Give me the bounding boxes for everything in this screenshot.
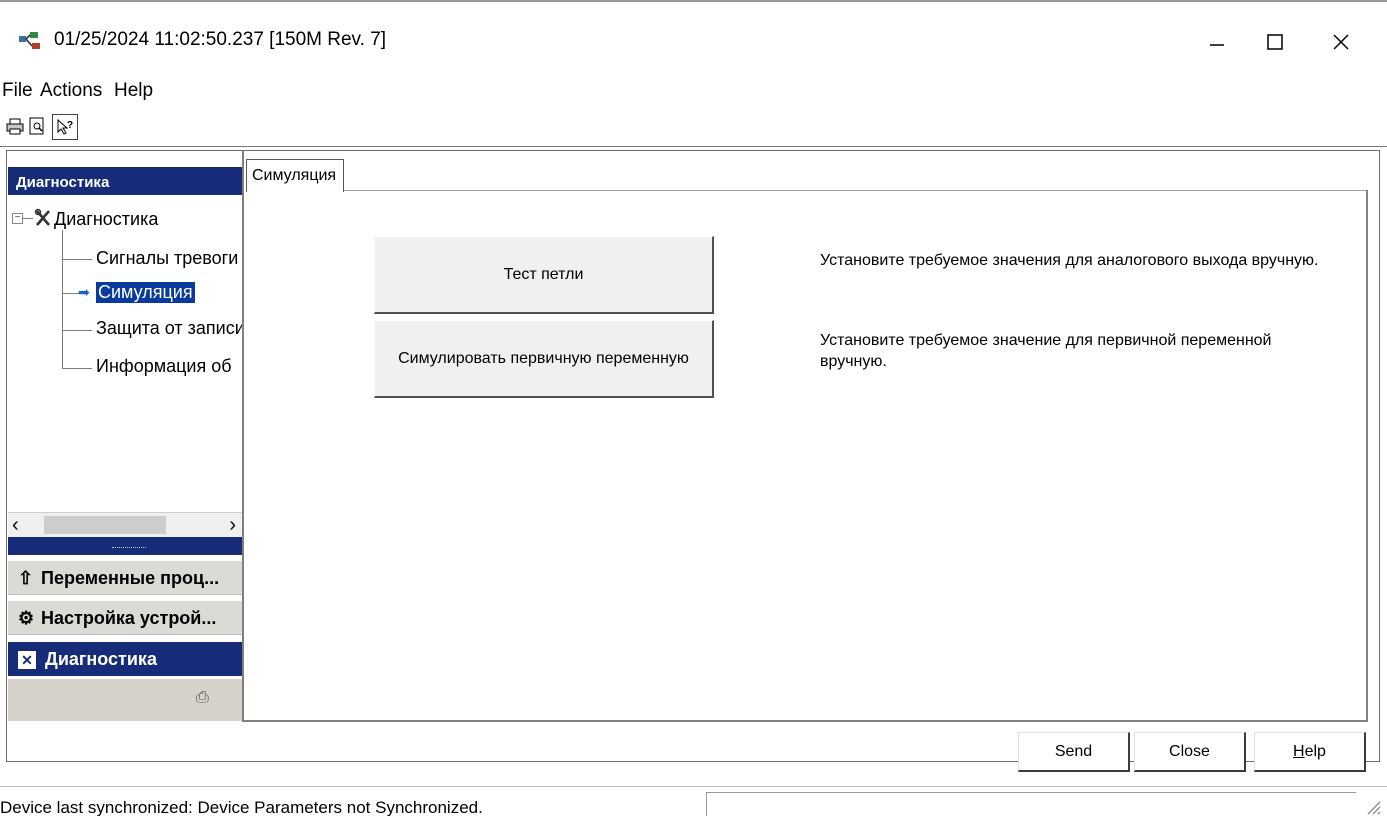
print-icon <box>6 118 24 135</box>
tab-baseline <box>344 190 1366 191</box>
help-label-rest: elp <box>1304 742 1326 760</box>
tab-simulation[interactable]: Симуляция <box>246 159 344 192</box>
menu-file[interactable]: File <box>2 80 33 102</box>
close-button[interactable]: Close <box>1134 732 1246 772</box>
nav-tab-diagnostics[interactable]: ✕ Диагностика <box>8 642 242 676</box>
maximize-icon <box>1267 34 1283 50</box>
svg-text:?: ? <box>67 120 73 131</box>
menu-help[interactable]: Help <box>114 80 153 102</box>
tree-root-label[interactable]: Диагностика <box>54 209 158 230</box>
left-panel-border <box>242 150 244 722</box>
nav-tab-device-setup[interactable]: ⚙ Настройка устрой... <box>8 601 242 635</box>
help-mnemonic: H <box>1293 742 1305 760</box>
collapse-toggle-icon[interactable]: − <box>12 213 23 224</box>
nav-tab-label: Настройка устрой... <box>41 608 217 628</box>
status-panel <box>706 792 1356 816</box>
window-title: 01/25/2024 11:02:50.237 [150M Rev. 7] <box>54 29 387 50</box>
menu-bar: File Actions Help <box>0 74 1387 104</box>
minimize-button[interactable] <box>1192 22 1242 62</box>
context-help-button[interactable]: ? <box>52 114 78 140</box>
scroll-thumb[interactable] <box>44 516 166 534</box>
print-button[interactable] <box>4 114 26 138</box>
process-variables-icon: ⇧ <box>18 568 34 588</box>
loop-test-description: Установите требуемое значения для аналог… <box>820 252 1319 269</box>
navigation-tree: − Диагностика Сигналы тревоги ➡ Симуляци… <box>8 196 242 512</box>
device-network-icon <box>18 30 44 52</box>
scroll-right-icon[interactable]: › <box>216 513 236 537</box>
diagnostics-tools-icon <box>34 208 52 233</box>
send-button[interactable]: Send <box>1018 732 1130 772</box>
maximize-button[interactable] <box>1250 22 1300 62</box>
nav-tab-process-variables[interactable]: ⇧ Переменные проц... <box>8 561 242 595</box>
print-preview-button[interactable] <box>26 114 48 138</box>
horizontal-scrollbar[interactable]: ‹ › <box>8 512 242 537</box>
panel-splitter[interactable] <box>8 537 242 555</box>
simulate-primary-variable-button[interactable]: Симулировать первичную переменную <box>374 320 714 398</box>
resize-grip-icon[interactable] <box>1362 796 1382 816</box>
close-window-button[interactable] <box>1316 22 1366 62</box>
diagnostics-icon: ✕ <box>18 651 36 669</box>
status-separator <box>0 786 1387 787</box>
menu-actions[interactable]: Actions <box>40 80 102 102</box>
tree-item-alarms[interactable]: Сигналы тревоги <box>96 248 238 269</box>
toolbar: ? <box>0 110 1387 144</box>
print-preview-icon <box>29 117 44 135</box>
arrow-right-icon: ➡ <box>78 284 90 300</box>
context-help-icon: ? <box>57 118 73 135</box>
close-icon <box>1333 34 1349 50</box>
scroll-left-icon[interactable]: ‹ <box>12 513 32 537</box>
panel-bottom-border <box>244 720 1368 722</box>
minimize-icon <box>1210 44 1224 46</box>
toolbar-separator <box>0 146 1387 147</box>
tree-item-write-protection[interactable]: Защита от записи <box>96 318 242 339</box>
left-panel-header: Диагностика <box>8 167 242 195</box>
tree-item-simulation[interactable]: Симуляция <box>96 282 195 303</box>
nav-tab-label: Диагностика <box>45 649 157 669</box>
loop-test-button[interactable]: Тест петли <box>374 236 714 314</box>
simulate-primary-variable-description: Установите требуемое значение для первич… <box>820 332 1272 370</box>
grip-icon <box>112 547 146 550</box>
tree-item-info[interactable]: Информация об <box>96 356 232 377</box>
device-setup-icon: ⚙ <box>18 608 35 628</box>
nav-tab-label: Переменные проц... <box>41 568 220 588</box>
nav-options-icon[interactable]: ⎙ <box>196 689 209 707</box>
status-text: Device last synchronized: Device Paramet… <box>0 798 483 816</box>
nav-footer: ⎙ <box>8 679 242 721</box>
help-button[interactable]: Help <box>1254 732 1366 772</box>
